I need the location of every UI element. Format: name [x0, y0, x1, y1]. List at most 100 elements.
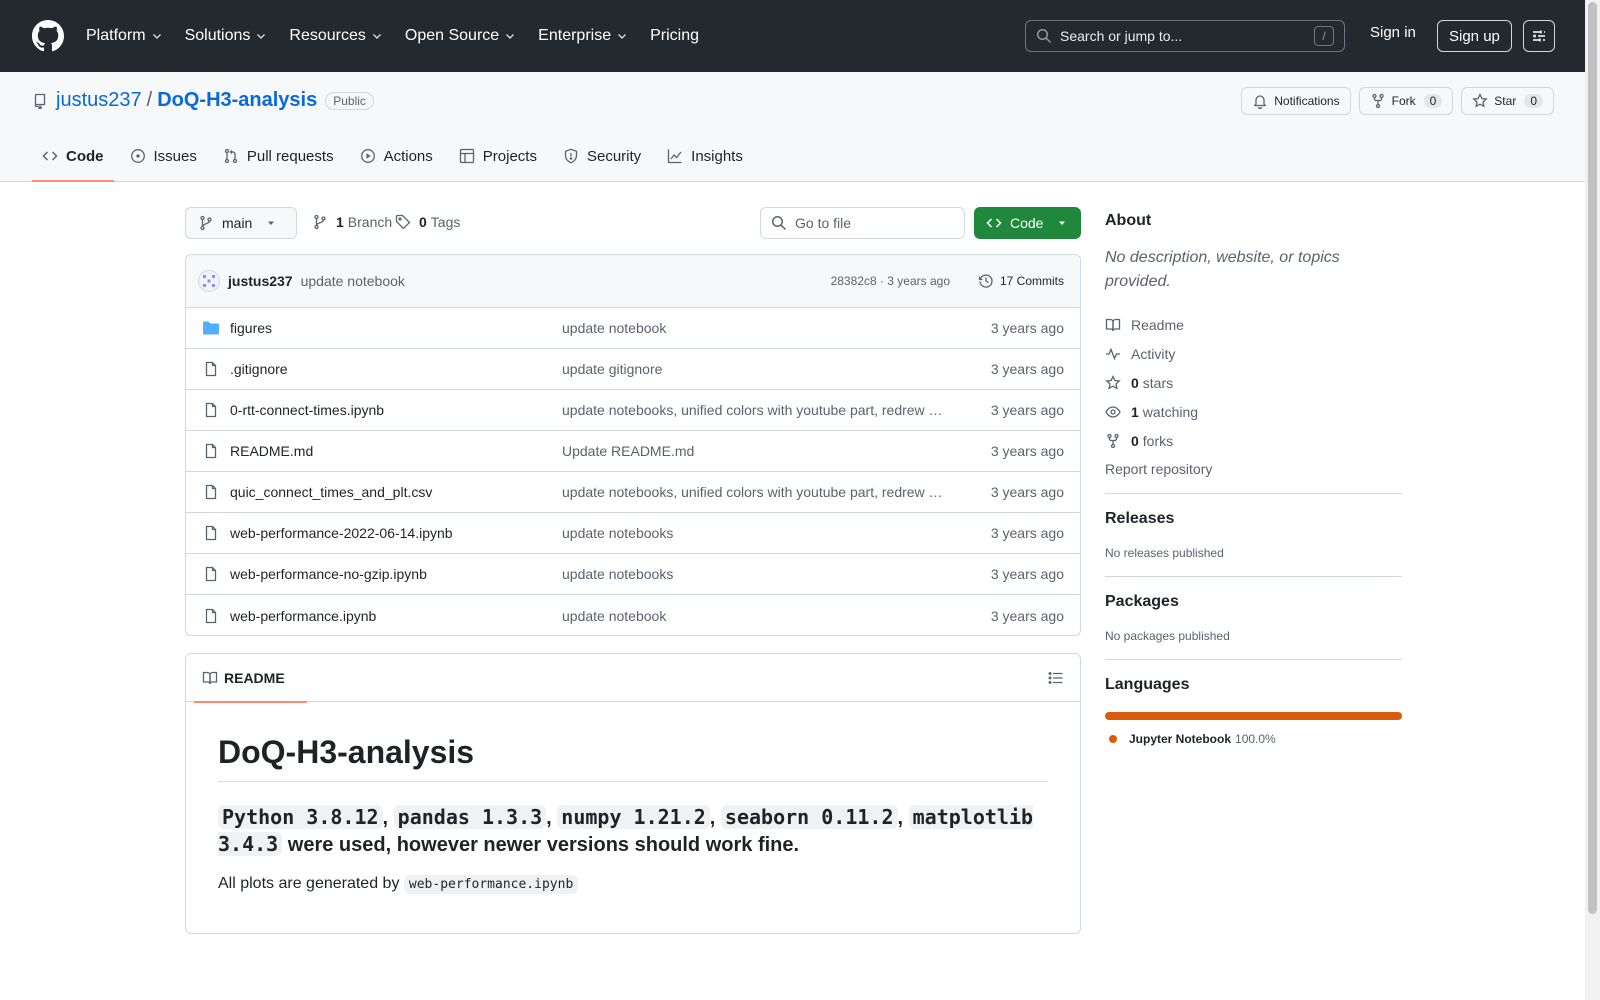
- avatar[interactable]: [198, 270, 220, 292]
- nav-platform[interactable]: Platform: [86, 27, 163, 45]
- sidebar-divider: [1105, 659, 1402, 660]
- version-seaborn: seaborn 0.11.2: [720, 805, 898, 829]
- forks-link[interactable]: 0 forks: [1105, 426, 1402, 455]
- file-row-web-performance[interactable]: web-performance.ipynb update notebook 3 …: [186, 595, 1080, 635]
- file-name-link[interactable]: figures: [230, 320, 562, 336]
- language-item[interactable]: Jupyter Notebook 100.0%: [1105, 732, 1402, 746]
- readme-tab[interactable]: README: [194, 654, 307, 703]
- file-age: 3 years ago: [990, 566, 1064, 582]
- readme-link-label: Readme: [1131, 316, 1184, 333]
- repo-path-separator: /: [146, 89, 153, 111]
- readme-link[interactable]: Readme: [1105, 310, 1402, 339]
- file-commit-link[interactable]: update notebook: [562, 320, 944, 336]
- file-row-0-rtt-connect-times[interactable]: 0-rtt-connect-times.ipynb update noteboo…: [186, 390, 1080, 431]
- file-age: 3 years ago: [990, 361, 1064, 377]
- nav-enterprise-label: Enterprise: [538, 27, 612, 44]
- file-name-link[interactable]: web-performance-2022-06-14.ipynb: [230, 525, 562, 541]
- nav-resources[interactable]: Resources: [289, 27, 382, 45]
- report-repository-link[interactable]: Report repository: [1105, 461, 1402, 477]
- file-commit-link[interactable]: update notebooks, unified colors with yo…: [562, 484, 944, 500]
- branch-selector[interactable]: main: [185, 207, 298, 239]
- activity-link[interactable]: Activity: [1105, 339, 1402, 368]
- notifications-button[interactable]: Notifications: [1241, 87, 1351, 115]
- file-row-readme[interactable]: README.md Update README.md 3 years ago: [186, 431, 1080, 472]
- sliders-icon: [1533, 30, 1545, 42]
- file-commit-link[interactable]: update gitignore: [562, 361, 944, 377]
- file-row-quic-csv[interactable]: quic_connect_times_and_plt.csv update no…: [186, 472, 1080, 513]
- stars-link[interactable]: 0 stars: [1105, 368, 1402, 397]
- tab-insights[interactable]: Insights: [657, 134, 753, 178]
- file-name-link[interactable]: 0-rtt-connect-times.ipynb: [230, 402, 562, 418]
- watching-label: watching: [1142, 403, 1199, 420]
- packages-empty: No packages published: [1105, 629, 1230, 643]
- tab-projects[interactable]: Projects: [449, 134, 547, 178]
- file-icon: [205, 443, 217, 459]
- file-commit-link[interactable]: Update README.md: [562, 443, 944, 459]
- nav-pricing[interactable]: Pricing: [650, 27, 699, 45]
- sign-in-link[interactable]: Sign in: [1370, 24, 1416, 41]
- forks-label: forks: [1142, 432, 1174, 449]
- file-name-link[interactable]: web-performance-no-gzip.ipynb: [230, 566, 562, 582]
- repo-sidebar: About No description, website, or topics…: [1105, 212, 1402, 746]
- file-commit-link[interactable]: update notebooks: [562, 525, 944, 541]
- readme-plots-paragraph: All plots are generated by web-performan…: [218, 875, 1048, 894]
- nav-open-source[interactable]: Open Source: [405, 27, 516, 45]
- code-dropdown-button[interactable]: Code: [974, 207, 1081, 239]
- tab-issues[interactable]: Issues: [120, 134, 207, 178]
- file-commit-link[interactable]: update notebooks: [562, 566, 944, 582]
- tab-code[interactable]: Code: [32, 134, 114, 182]
- file-name-link[interactable]: quic_connect_times_and_plt.csv: [230, 484, 562, 500]
- repo-title: justus237 / DoQ-H3-analysis Public: [32, 89, 374, 112]
- repo-owner-link[interactable]: justus237: [56, 89, 142, 112]
- menu-button[interactable]: [1523, 20, 1555, 52]
- global-search-input[interactable]: Search or jump to... /: [1025, 20, 1345, 52]
- file-row-web-performance-no-gzip[interactable]: web-performance-no-gzip.ipynb update not…: [186, 554, 1080, 595]
- search-icon: [771, 215, 787, 231]
- tab-insights-label: Insights: [691, 147, 743, 165]
- list-icon[interactable]: [1048, 670, 1064, 686]
- github-logo-icon[interactable]: [32, 20, 64, 52]
- chevron-down-icon: [506, 34, 515, 39]
- file-row-figures[interactable]: figures update notebook 3 years ago: [186, 308, 1080, 349]
- language-percent: 100.0%: [1235, 732, 1276, 746]
- file-row-gitignore[interactable]: .gitignore update gitignore 3 years ago: [186, 349, 1080, 390]
- code-icon: [986, 218, 1002, 228]
- nav-open-source-label: Open Source: [404, 27, 500, 44]
- tab-actions[interactable]: Actions: [350, 134, 443, 178]
- tab-pull-requests[interactable]: Pull requests: [213, 134, 344, 178]
- language-name: Jupyter Notebook: [1129, 732, 1232, 746]
- tags-link[interactable]: 0 Tags: [395, 214, 460, 230]
- commit-history-link[interactable]: 17 Commits: [978, 273, 1064, 289]
- packages-title[interactable]: Packages: [1105, 593, 1402, 611]
- scrollbar-thumb[interactable]: [1588, 2, 1597, 914]
- star-count: 0: [1524, 94, 1543, 108]
- sign-up-button[interactable]: Sign up: [1437, 20, 1512, 52]
- version-python: Python 3.8.12: [218, 805, 383, 829]
- shield-icon: [564, 148, 578, 164]
- commit-author-link[interactable]: justus237: [228, 273, 293, 289]
- code-button-label: Code: [1010, 215, 1044, 231]
- file-commit-link[interactable]: update notebook: [562, 608, 944, 624]
- graph-icon: [668, 149, 682, 164]
- file-name-link[interactable]: README.md: [230, 443, 562, 459]
- file-row-web-performance-2022[interactable]: web-performance-2022-06-14.ipynb update …: [186, 513, 1080, 554]
- fork-button[interactable]: Fork 0: [1358, 87, 1454, 115]
- nav-enterprise[interactable]: Enterprise: [538, 27, 628, 45]
- caret-down-icon: [268, 221, 275, 225]
- file-commit-link[interactable]: update notebooks, unified colors with yo…: [562, 402, 944, 418]
- watching-link[interactable]: 1 watching: [1105, 397, 1402, 426]
- repo-name-link[interactable]: DoQ-H3-analysis: [157, 89, 317, 112]
- nav-solutions[interactable]: Solutions: [185, 27, 268, 45]
- file-name-link[interactable]: web-performance.ipynb: [230, 608, 562, 624]
- star-button[interactable]: Star 0: [1461, 87, 1554, 115]
- tab-security[interactable]: Security: [553, 134, 651, 178]
- releases-title[interactable]: Releases: [1105, 510, 1402, 528]
- branches-link[interactable]: 1 Branch: [312, 214, 392, 230]
- page-scrollbar[interactable]: [1585, 0, 1600, 1000]
- file-name-link[interactable]: .gitignore: [230, 361, 562, 377]
- commit-hash-age[interactable]: 28382c8 · 3 years ago: [831, 274, 950, 288]
- versions-suffix: were used, however newer versions should…: [287, 834, 800, 856]
- commit-message-link[interactable]: update notebook: [301, 273, 405, 289]
- go-to-file-input[interactable]: Go to file: [760, 207, 965, 239]
- language-bar: [1105, 712, 1402, 720]
